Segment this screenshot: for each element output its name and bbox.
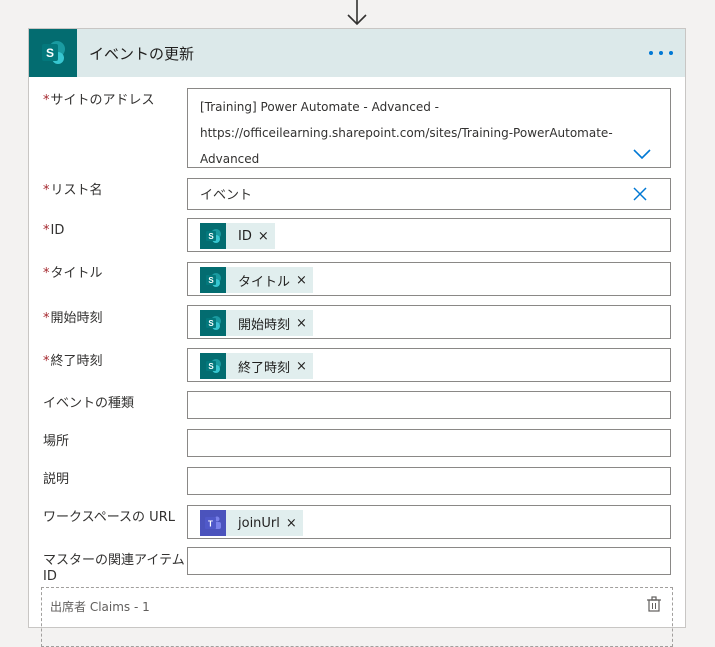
remove-token-icon[interactable]: ×: [296, 273, 307, 288]
remove-token-icon[interactable]: ×: [286, 516, 297, 531]
list-name-value: イベント: [200, 188, 253, 203]
dynamic-content-token[interactable]: S タイトル ×: [200, 267, 313, 293]
attendees-label: 出席者 Claims - 1: [50, 600, 150, 614]
remove-token-icon[interactable]: ×: [296, 359, 307, 374]
workspace-url-label: ワークスペースの URL: [43, 510, 175, 525]
attendees-array-group: 出席者 Claims - 1: [41, 587, 673, 647]
more-options-icon[interactable]: [649, 44, 673, 62]
action-card-header[interactable]: S イベントの更新: [29, 29, 685, 77]
description-label: 説明: [43, 472, 70, 487]
dynamic-content-token[interactable]: T joinUrl ×: [200, 510, 303, 536]
description-input[interactable]: [187, 467, 671, 495]
dynamic-content-token[interactable]: S 終了時刻 ×: [200, 353, 313, 379]
dynamic-content-token[interactable]: S ID ×: [200, 223, 275, 249]
sharepoint-icon: S: [200, 353, 226, 379]
svg-text:T: T: [208, 520, 213, 529]
id-input[interactable]: S ID ×: [187, 218, 671, 252]
remove-token-icon[interactable]: ×: [258, 229, 269, 244]
title-input[interactable]: S タイトル ×: [187, 262, 671, 296]
dynamic-content-token[interactable]: S 開始時刻 ×: [200, 310, 313, 336]
site-address-value-line2: https://officeilearning.sharepoint.com/s…: [200, 126, 613, 140]
svg-text:S: S: [46, 46, 54, 60]
event-type-label: イベントの種類: [43, 396, 135, 411]
sharepoint-icon: S: [200, 310, 226, 336]
site-address-label: *サイトのアドレス: [43, 93, 155, 108]
svg-text:S: S: [208, 276, 214, 285]
end-time-input[interactable]: S 終了時刻 ×: [187, 348, 671, 382]
chevron-down-icon[interactable]: [632, 147, 652, 161]
sharepoint-icon: S: [200, 267, 226, 293]
token-label: タイトル: [238, 274, 291, 290]
delete-icon[interactable]: [646, 596, 662, 612]
site-address-value-line3: Advanced: [200, 152, 260, 166]
svg-text:S: S: [208, 232, 214, 241]
clear-icon[interactable]: [632, 186, 648, 202]
remove-token-icon[interactable]: ×: [296, 316, 307, 331]
token-label: 開始時刻: [238, 317, 291, 333]
master-item-id-input[interactable]: [187, 547, 671, 575]
svg-text:S: S: [208, 362, 214, 371]
id-label: *ID: [43, 223, 65, 238]
start-time-label: *開始時刻: [43, 311, 103, 326]
event-type-input[interactable]: [187, 391, 671, 419]
sharepoint-icon: S: [29, 29, 77, 77]
teams-icon: T: [200, 510, 226, 536]
token-label: joinUrl: [238, 515, 280, 531]
flow-arrow-icon: [347, 0, 367, 26]
list-name-input[interactable]: イベント: [187, 178, 671, 210]
svg-text:S: S: [208, 319, 214, 328]
action-title: イベントの更新: [89, 45, 195, 63]
list-name-label: *リスト名: [43, 183, 103, 198]
start-time-input[interactable]: S 開始時刻 ×: [187, 305, 671, 339]
end-time-label: *終了時刻: [43, 354, 103, 369]
token-label: 終了時刻: [238, 360, 291, 376]
master-item-id-label: マスターの関連アイテム ID: [43, 553, 185, 584]
location-input[interactable]: [187, 429, 671, 457]
action-card: S イベントの更新 *サイトのアドレス [Training] Power Aut…: [28, 28, 686, 647]
title-label: *タイトル: [43, 266, 103, 281]
sharepoint-icon: S: [200, 223, 226, 249]
workspace-url-input[interactable]: T joinUrl ×: [187, 505, 671, 539]
site-address-dropdown[interactable]: [Training] Power Automate - Advanced - h…: [187, 88, 671, 168]
token-label: ID: [238, 228, 252, 244]
location-label: 場所: [43, 434, 70, 449]
site-address-value-line1: [Training] Power Automate - Advanced -: [200, 100, 439, 114]
